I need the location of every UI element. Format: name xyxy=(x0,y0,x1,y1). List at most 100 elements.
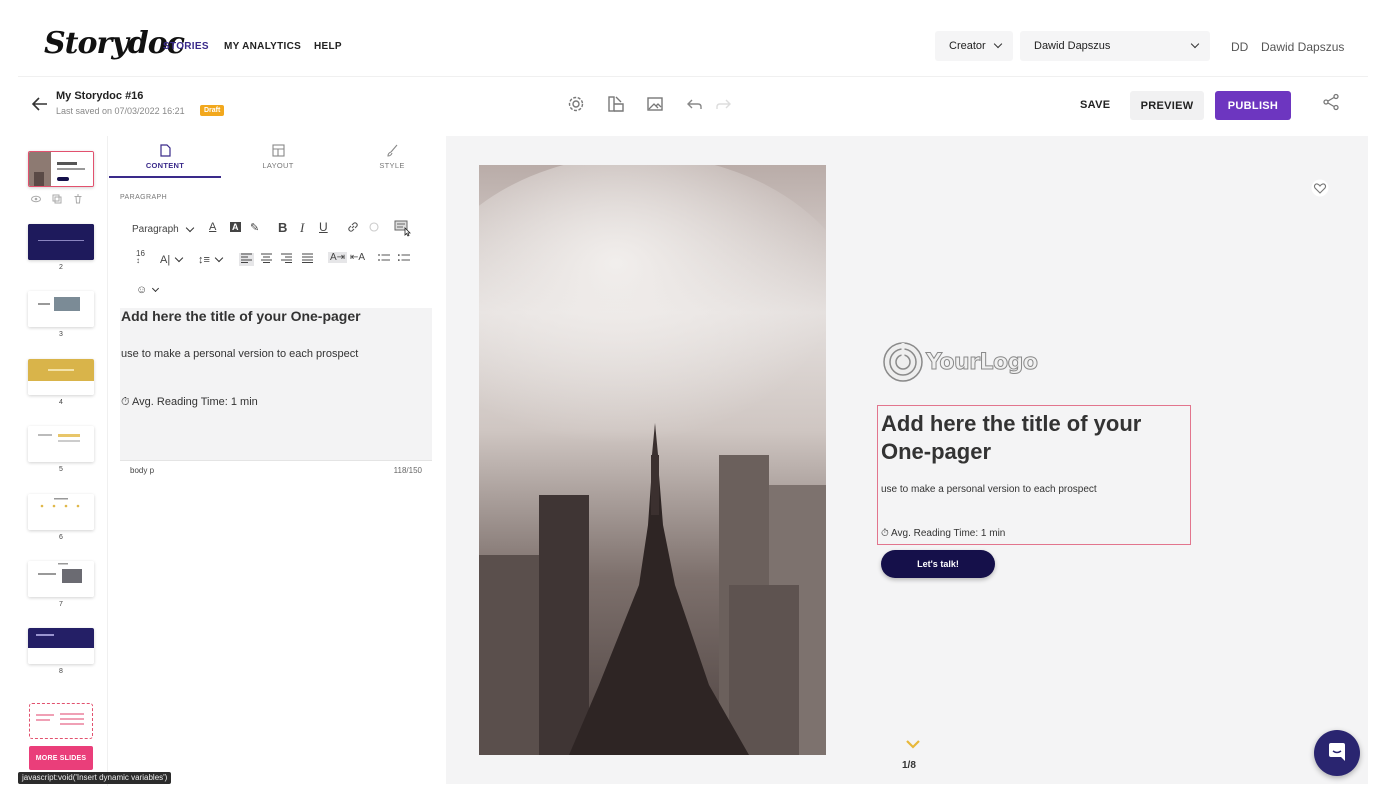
editor-panel: CONTENT LAYOUT STYLE PARAGRAPH Paragraph… xyxy=(108,136,444,786)
slide-thumb-preview xyxy=(28,494,94,530)
slide-logo[interactable]: YourLogo xyxy=(882,341,1039,383)
highlighter-icon[interactable]: ✎ xyxy=(250,221,259,234)
active-tab-indicator xyxy=(109,176,221,178)
tab-layout[interactable]: LAYOUT xyxy=(223,144,333,170)
nav-stories[interactable]: STORIES xyxy=(163,41,209,52)
rte-content-area[interactable]: Add here the title of your One-pager use… xyxy=(120,308,432,458)
emoji-select[interactable]: ☺ xyxy=(136,284,160,296)
avatar-initials[interactable]: DD xyxy=(1231,40,1248,54)
undo-icon[interactable] xyxy=(686,95,704,113)
align-right-icon[interactable] xyxy=(281,253,292,266)
spacing-icon: ↕≡ xyxy=(198,254,210,266)
slide-thumb-preview xyxy=(28,291,94,327)
content-reading-time[interactable]: ⏱ Avg. Reading Time: 1 min xyxy=(121,396,258,409)
italic-icon[interactable]: I xyxy=(300,220,304,236)
ltr-icon[interactable]: A⇥ xyxy=(328,252,348,263)
timer-icon: ⏱ xyxy=(121,396,133,408)
text-color-icon[interactable]: A xyxy=(209,221,216,233)
brush-icon xyxy=(386,144,397,157)
last-saved-text: Last saved on 07/03/2022 16:21 xyxy=(56,106,185,116)
role-select[interactable]: Creator xyxy=(935,31,1013,61)
font-size-icon: A| xyxy=(160,254,171,266)
share-icon[interactable] xyxy=(1322,93,1340,116)
nav-my-analytics[interactable]: MY ANALYTICS xyxy=(224,41,301,52)
trash-icon[interactable] xyxy=(73,194,83,204)
nav-help[interactable]: HELP xyxy=(314,41,342,52)
chevron-down-icon xyxy=(993,39,1003,49)
tab-layout-label: LAYOUT xyxy=(262,161,294,170)
block-format-select[interactable]: Paragraph xyxy=(132,223,194,235)
selected-text-block[interactable]: Add here the title of your One-pager use… xyxy=(877,405,1191,545)
draft-badge: Draft xyxy=(200,105,225,116)
preview-button[interactable]: PREVIEW xyxy=(1130,91,1204,120)
user-name[interactable]: Dawid Dapszus xyxy=(1261,40,1344,54)
tab-style[interactable]: STYLE xyxy=(337,144,447,170)
tab-content-label: CONTENT xyxy=(145,161,185,170)
slide-number: 8 xyxy=(59,668,63,675)
rte-statusbar: body p 118/150 xyxy=(120,460,432,480)
browser-status-tooltip: javascript:void('Insert dynamic variable… xyxy=(18,772,172,784)
slide-subtitle[interactable]: use to make a personal version to each p… xyxy=(881,484,1097,495)
chat-widget-button[interactable] xyxy=(1314,730,1360,776)
align-justify-icon[interactable] xyxy=(302,253,313,266)
list-spacing-select[interactable]: ↕≡ xyxy=(198,253,224,266)
content-title[interactable]: Add here the title of your One-pager xyxy=(121,308,361,324)
doc-title[interactable]: My Storydoc #16 xyxy=(56,90,143,102)
lets-talk-button[interactable]: Let's talk! xyxy=(881,550,995,578)
slide-thumb-5[interactable] xyxy=(28,426,94,462)
slide-thumb-preview xyxy=(28,561,94,597)
slide-reading-time[interactable]: ⏱ Avg. Reading Time: 1 min xyxy=(881,528,1005,539)
numbered-list-icon[interactable] xyxy=(398,253,410,266)
bullet-list-icon[interactable] xyxy=(378,253,390,266)
content-paragraph[interactable]: use to make a personal version to each p… xyxy=(121,348,358,360)
background-color-icon[interactable]: A xyxy=(230,222,241,232)
slide-thumb-2[interactable] xyxy=(28,224,94,260)
insert-variable-icon[interactable] xyxy=(394,219,412,240)
slide-thumb-1[interactable] xyxy=(28,151,94,187)
slide-hero-image[interactable] xyxy=(479,165,826,755)
editor-toolbar: My Storydoc #16 Last saved on 07/03/2022… xyxy=(18,76,1368,132)
role-select-value: Creator xyxy=(949,40,986,52)
unlink-icon xyxy=(368,221,380,236)
slide-thumb-6[interactable] xyxy=(28,494,94,530)
slide-thumb-3[interactable] xyxy=(28,291,94,327)
logo-spiral-icon xyxy=(883,342,923,382)
align-center-icon[interactable] xyxy=(261,253,272,266)
eye-icon[interactable] xyxy=(31,194,41,204)
slide-thumb-8[interactable] xyxy=(28,628,94,664)
rtl-icon[interactable]: ⇤A xyxy=(350,252,365,263)
publish-button[interactable]: PUBLISH xyxy=(1215,91,1291,120)
back-arrow-icon[interactable] xyxy=(31,95,48,116)
duplicate-icon[interactable] xyxy=(52,194,62,204)
image-icon[interactable] xyxy=(646,95,664,113)
slide-actions xyxy=(31,194,83,204)
chevron-down-icon xyxy=(152,284,160,292)
slide-canvas: YourLogo Add here the title of your One-… xyxy=(446,136,1368,784)
underline-icon[interactable]: U xyxy=(319,220,328,234)
more-slides-button[interactable]: MORE SLIDES xyxy=(29,746,93,770)
layout-preview-icon xyxy=(36,713,84,725)
more-slides-preview[interactable] xyxy=(29,703,93,739)
save-button[interactable]: SAVE xyxy=(1080,99,1110,111)
slide-title[interactable]: Add here the title of your One-pager xyxy=(881,410,1171,466)
slide-thumb-preview xyxy=(28,628,94,664)
chevron-down-icon[interactable] xyxy=(905,736,921,754)
account-select[interactable]: Dawid Dapszus xyxy=(1020,31,1210,61)
smiley-icon: ☺ xyxy=(136,284,148,296)
line-height-icon[interactable]: 16 ↕ xyxy=(136,250,145,265)
tab-style-label: STYLE xyxy=(379,161,405,170)
align-left-icon[interactable] xyxy=(239,253,254,266)
slide-thumb-4[interactable] xyxy=(28,359,94,395)
element-path[interactable]: body p xyxy=(130,466,154,475)
slide-thumb-7[interactable] xyxy=(28,561,94,597)
bold-icon[interactable]: B xyxy=(278,220,287,235)
font-size-select[interactable]: A| xyxy=(160,253,184,266)
block-format-value: Paragraph xyxy=(132,224,179,235)
heart-icon[interactable] xyxy=(1311,179,1329,202)
tab-content[interactable]: CONTENT xyxy=(110,144,220,170)
layout-icon[interactable] xyxy=(607,95,625,113)
slide-thumb-preview xyxy=(29,152,93,186)
link-icon[interactable] xyxy=(347,221,359,236)
chevron-down-icon xyxy=(1190,39,1200,49)
gear-icon[interactable] xyxy=(567,95,585,113)
